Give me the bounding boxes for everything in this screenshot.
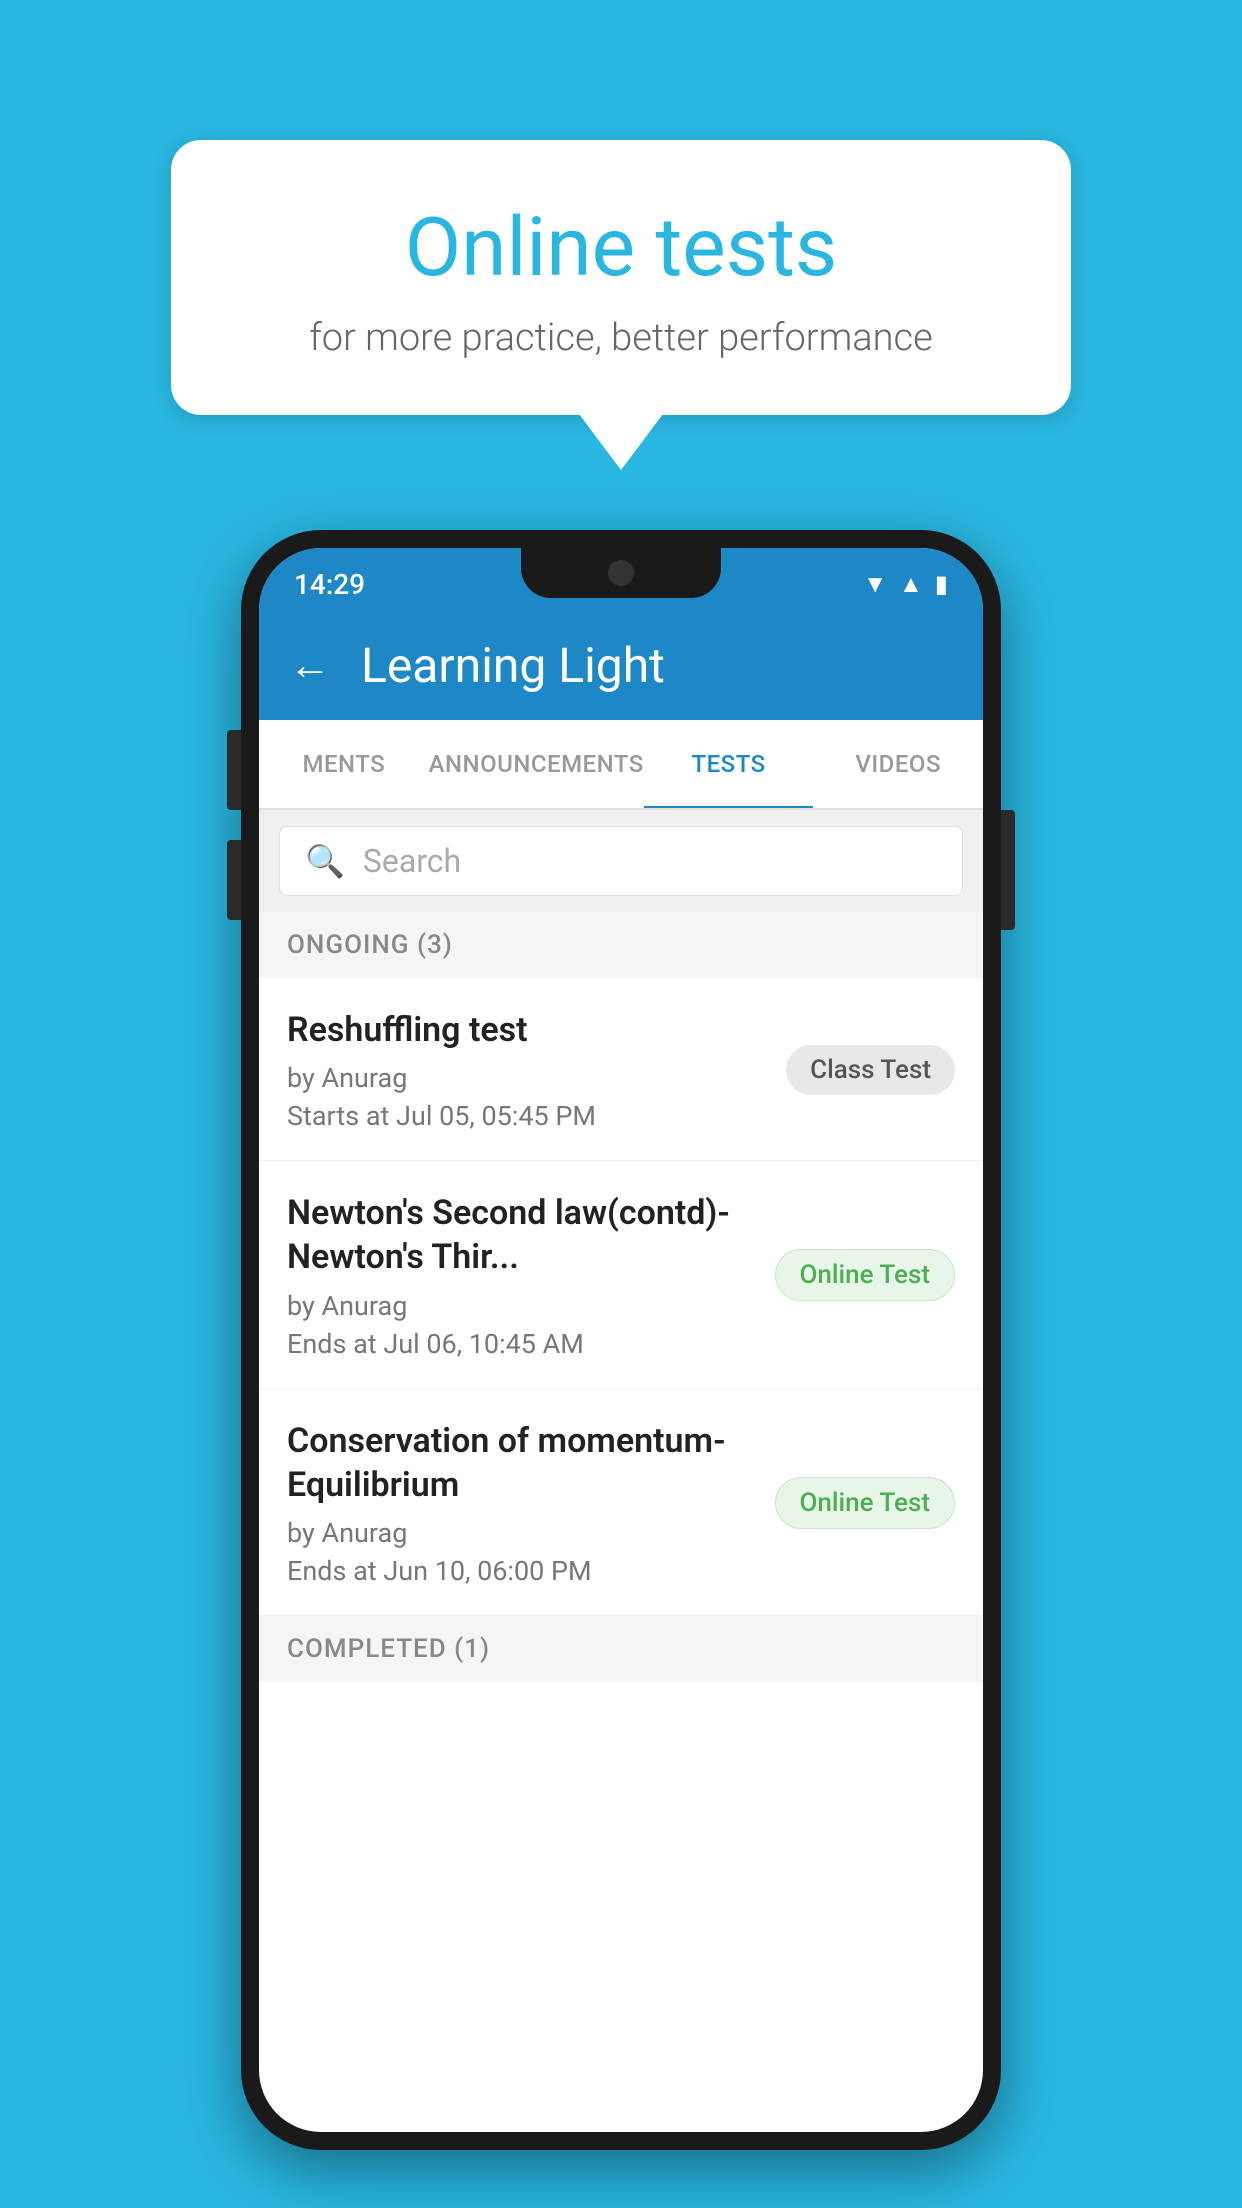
speech-bubble: Online tests for more practice, better p…: [171, 140, 1071, 415]
test-by-1: by Anurag: [287, 1062, 766, 1094]
search-placeholder: Search: [363, 842, 461, 880]
test-badge-3: Online Test: [775, 1477, 956, 1529]
test-badge-2: Online Test: [775, 1249, 956, 1301]
tabs-container: MENTS ANNOUNCEMENTS TESTS VIDEOS: [259, 720, 983, 810]
tab-ments[interactable]: MENTS: [259, 720, 429, 808]
test-date-1: Starts at Jul 05, 05:45 PM: [287, 1100, 766, 1132]
signal-icon: ▲: [899, 570, 923, 599]
speech-bubble-container: Online tests for more practice, better p…: [171, 140, 1071, 415]
test-info-2: Newton's Second law(contd)-Newton's Thir…: [287, 1191, 755, 1359]
search-bar[interactable]: 🔍 Search: [279, 826, 963, 896]
app-bar: ← Learning Light: [259, 610, 983, 720]
search-container: 🔍 Search: [259, 810, 983, 912]
test-title-2: Newton's Second law(contd)-Newton's Thir…: [287, 1191, 755, 1279]
app-bar-title: Learning Light: [361, 637, 665, 694]
test-title-1: Reshuffling test: [287, 1008, 766, 1052]
ongoing-section-header: ONGOING (3): [259, 912, 983, 978]
test-list: Reshuffling test by Anurag Starts at Jul…: [259, 978, 983, 1616]
battery-icon: ▮: [935, 570, 948, 598]
phone-notch: [521, 548, 721, 598]
test-date-3: Ends at Jun 10, 06:00 PM: [287, 1555, 755, 1587]
tab-tests[interactable]: TESTS: [644, 720, 814, 808]
phone-mockup: 14:29 ▼ ▲ ▮ ← Learning Light MENTS ANNOU…: [241, 530, 1001, 2150]
front-camera: [608, 560, 634, 586]
back-button[interactable]: ←: [289, 641, 331, 690]
status-time: 14:29: [294, 568, 365, 601]
test-by-2: by Anurag: [287, 1290, 755, 1322]
test-item-3[interactable]: Conservation of momentum-Equilibrium by …: [259, 1389, 983, 1616]
tab-announcements[interactable]: ANNOUNCEMENTS: [429, 720, 644, 808]
speech-bubble-subtitle: for more practice, better performance: [251, 316, 991, 360]
test-info-1: Reshuffling test by Anurag Starts at Jul…: [287, 1008, 766, 1132]
test-by-3: by Anurag: [287, 1517, 755, 1549]
test-item-1[interactable]: Reshuffling test by Anurag Starts at Jul…: [259, 978, 983, 1161]
tab-videos[interactable]: VIDEOS: [813, 720, 983, 808]
test-info-3: Conservation of momentum-Equilibrium by …: [287, 1419, 755, 1587]
phone-frame: 14:29 ▼ ▲ ▮ ← Learning Light MENTS ANNOU…: [241, 530, 1001, 2150]
phone-screen: 14:29 ▼ ▲ ▮ ← Learning Light MENTS ANNOU…: [259, 548, 983, 2132]
speech-bubble-title: Online tests: [251, 200, 991, 296]
test-date-2: Ends at Jul 06, 10:45 AM: [287, 1328, 755, 1360]
volume-down-button[interactable]: [227, 840, 241, 920]
search-icon: 🔍: [305, 842, 345, 880]
wifi-icon: ▼: [863, 570, 887, 599]
status-icons: ▼ ▲ ▮: [863, 570, 948, 599]
test-title-3: Conservation of momentum-Equilibrium: [287, 1419, 755, 1507]
completed-section-header: COMPLETED (1): [259, 1616, 983, 1682]
test-item-2[interactable]: Newton's Second law(contd)-Newton's Thir…: [259, 1161, 983, 1388]
volume-up-button[interactable]: [227, 730, 241, 810]
test-badge-1: Class Test: [786, 1045, 955, 1095]
power-button[interactable]: [1001, 810, 1015, 930]
